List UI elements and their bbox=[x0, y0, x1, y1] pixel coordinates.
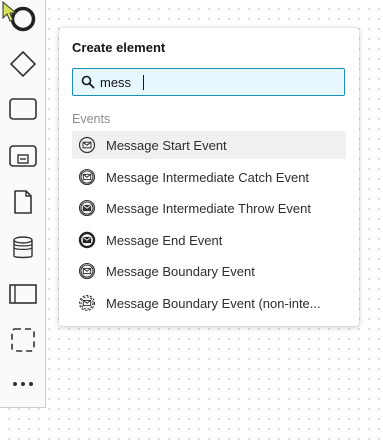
data-store-icon bbox=[13, 236, 33, 259]
entry-label: Message Intermediate Throw Event bbox=[106, 200, 311, 216]
message-intermediate-throw-event-icon bbox=[78, 199, 96, 217]
palette-more[interactable] bbox=[0, 365, 46, 403]
subprocess-icon bbox=[9, 145, 37, 167]
message-boundary-event-non-interrupting-icon bbox=[78, 294, 96, 312]
start-event-icon bbox=[10, 6, 36, 32]
search-box[interactable] bbox=[72, 68, 345, 96]
entry-message-intermediate-throw-event[interactable]: Message Intermediate Throw Event bbox=[72, 194, 346, 222]
gateway-icon bbox=[9, 50, 37, 78]
pool-icon bbox=[9, 284, 37, 304]
palette-gateway[interactable] bbox=[0, 45, 46, 83]
message-end-event-icon bbox=[78, 231, 96, 249]
palette-subprocess[interactable] bbox=[0, 137, 46, 175]
text-caret bbox=[143, 75, 144, 90]
palette-group[interactable] bbox=[0, 321, 46, 359]
palette-start-event[interactable] bbox=[0, 0, 46, 38]
entry-label: Message End Event bbox=[106, 232, 223, 248]
group-label-events: Events bbox=[72, 112, 111, 126]
palette-data-object[interactable] bbox=[0, 183, 46, 221]
group-icon bbox=[11, 328, 35, 352]
entry-message-end-event[interactable]: Message End Event bbox=[72, 226, 346, 254]
palette-task[interactable] bbox=[0, 90, 46, 128]
entry-label: Message Start Event bbox=[106, 137, 227, 153]
message-intermediate-catch-event-icon bbox=[78, 168, 96, 186]
entry-message-boundary-event[interactable]: Message Boundary Event bbox=[72, 257, 346, 285]
entry-label: Message Boundary Event (non-inte... bbox=[106, 295, 321, 311]
message-boundary-event-icon bbox=[78, 262, 96, 280]
element-palette bbox=[0, 0, 46, 408]
search-icon bbox=[81, 75, 95, 89]
entry-message-boundary-event-non-interrupting[interactable]: Message Boundary Event (non-inte... bbox=[72, 289, 346, 317]
entry-label: Message Boundary Event bbox=[106, 263, 255, 279]
create-element-popup: Create element Events Message Start Even… bbox=[59, 28, 359, 326]
message-start-event-icon bbox=[78, 136, 96, 154]
palette-pool[interactable] bbox=[0, 275, 46, 313]
popup-title: Create element bbox=[72, 40, 166, 55]
data-object-icon bbox=[14, 190, 32, 214]
entry-label: Message Intermediate Catch Event bbox=[106, 169, 310, 185]
task-icon bbox=[9, 98, 37, 120]
palette-data-store[interactable] bbox=[0, 229, 46, 267]
more-icon bbox=[13, 382, 33, 386]
search-input[interactable] bbox=[100, 72, 330, 92]
entry-message-start-event[interactable]: Message Start Event bbox=[72, 131, 346, 159]
entry-message-intermediate-catch-event[interactable]: Message Intermediate Catch Event bbox=[72, 163, 346, 191]
